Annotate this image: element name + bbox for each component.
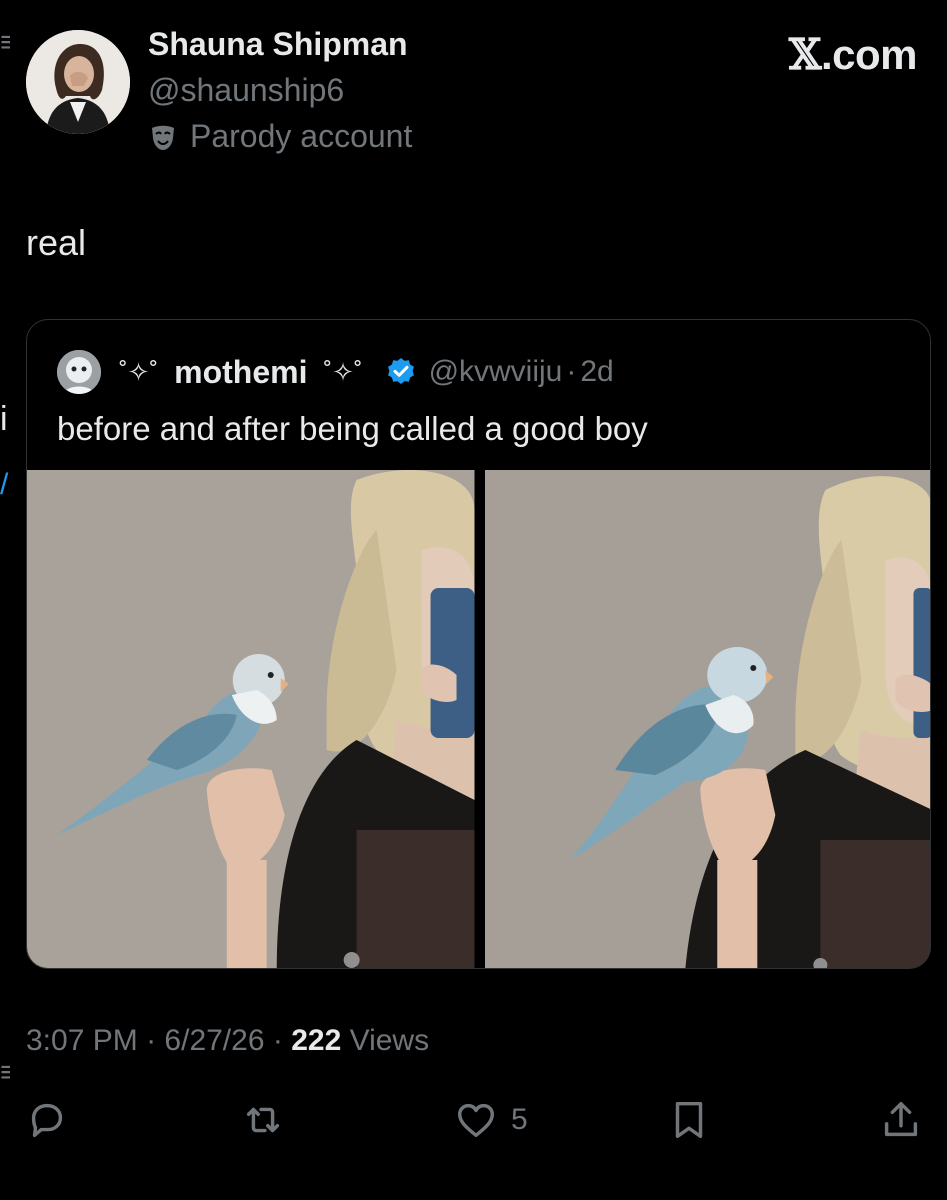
like-icon [457, 1103, 495, 1138]
parody-mask-icon [152, 125, 174, 150]
bookmark-button[interactable] [666, 1096, 712, 1144]
meta-separator: · [146, 1024, 157, 1057]
repost-button[interactable] [240, 1096, 286, 1144]
quoted-post-text: before and after being called a good boy [57, 410, 648, 447]
share-icon [884, 1101, 918, 1137]
author-handle[interactable]: @shaunship6 [148, 72, 344, 109]
cropped-edge-fragment: ≡ [0, 28, 10, 58]
name-sparkle-right: ˚✧˚ [323, 356, 363, 387]
cropped-edge-fragment: i [0, 404, 8, 434]
quoted-author-handle[interactable]: @kvwviiju [429, 355, 563, 389]
meta-separator: · [566, 355, 577, 388]
post-screen: ≡ i / ≡ Shauna Shipman @shaunship6 Parod… [0, 0, 947, 1200]
quoted-post-header: ˚✧˚ mothemi ˚✧˚ @kvwviiju · 2d [57, 350, 614, 394]
media-photo-before[interactable] [27, 470, 475, 968]
x-logo-icon: 𝕏 [788, 30, 822, 79]
brand-domain: .com [820, 31, 918, 78]
reply-icon [31, 1103, 63, 1138]
post-text: real [26, 222, 87, 263]
meta-separator: · [272, 1024, 283, 1057]
cropped-edge-fragment: ≡ [0, 1058, 10, 1088]
parody-label-text: Parody account [190, 118, 413, 154]
name-sparkle-left: ˚✧˚ [119, 356, 159, 387]
like-button[interactable]: 5 [453, 1096, 528, 1144]
bookmark-icon [675, 1101, 703, 1139]
post-meta: 3:07 PM · 6/27/26 · 222 Views [26, 1024, 429, 1058]
author-avatar[interactable] [26, 30, 130, 134]
views-count: 222 [291, 1024, 342, 1057]
share-button[interactable] [878, 1096, 924, 1144]
media-photo-after[interactable] [484, 470, 930, 968]
parody-label: Parody account [148, 118, 412, 155]
post-time[interactable]: 3:07 PM [26, 1024, 138, 1057]
quoted-post-card[interactable]: ˚✧˚ mothemi ˚✧˚ @kvwviiju · 2d before an… [26, 319, 931, 969]
quoted-post-media [27, 470, 930, 968]
post-date[interactable]: 6/27/26 [164, 1024, 264, 1057]
author-display-name[interactable]: Shauna Shipman [148, 26, 408, 63]
x-brand-watermark: 𝕏.com [788, 30, 918, 79]
cropped-edge-fragment: / [0, 470, 9, 500]
quoted-author-name[interactable]: mothemi [174, 354, 307, 391]
verified-badge-icon [387, 358, 414, 384]
quoted-author-avatar[interactable] [57, 350, 101, 394]
reply-button[interactable] [24, 1096, 70, 1144]
repost-icon [246, 1107, 280, 1133]
views-label: Views [349, 1024, 430, 1057]
quoted-post-age[interactable]: 2d [580, 355, 613, 389]
like-count: 5 [511, 1103, 528, 1136]
